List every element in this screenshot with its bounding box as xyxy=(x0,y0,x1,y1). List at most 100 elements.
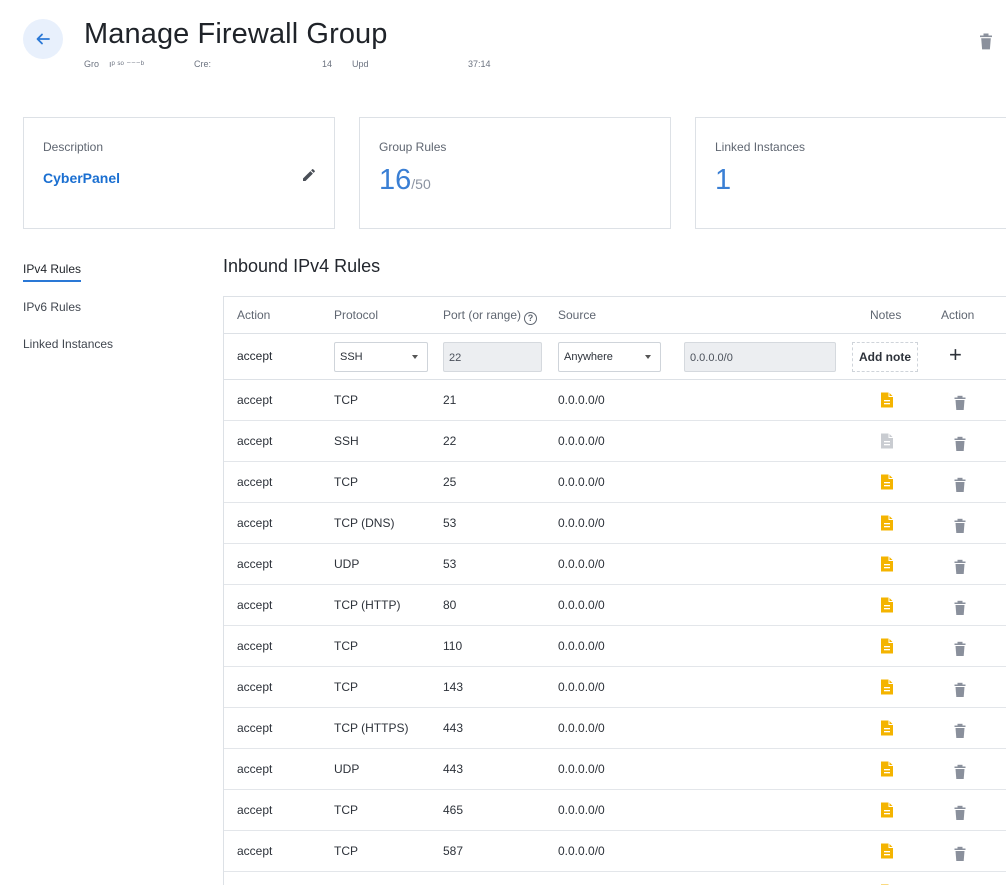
table-row: accept UDP 443 0.0.0.0/0 xyxy=(224,749,1006,790)
document-icon xyxy=(881,638,893,654)
delete-rule-button[interactable] xyxy=(952,681,968,702)
rule-protocol: SSH xyxy=(334,434,359,448)
side-nav-linked-instances[interactable]: Linked Instances xyxy=(23,337,113,351)
section-title: Inbound IPv4 Rules xyxy=(223,256,381,276)
source-select[interactable]: Anywhere xyxy=(558,342,661,372)
rule-action: accept xyxy=(237,516,273,530)
rule-action: accept xyxy=(237,475,273,489)
header-action-2: Action xyxy=(941,308,975,322)
rule-note-button[interactable] xyxy=(879,432,895,453)
table-row: accept TCP 110 0.0.0.0/0 xyxy=(224,626,1006,667)
edit-description-button[interactable] xyxy=(301,167,317,188)
delete-rule-button[interactable] xyxy=(952,558,968,579)
protocol-select[interactable]: SSH xyxy=(334,342,428,372)
rule-source: 0.0.0.0/0 xyxy=(558,721,605,735)
rule-port: 443 xyxy=(443,762,464,776)
help-icon[interactable]: ? xyxy=(524,312,538,325)
rule-note-button[interactable] xyxy=(879,719,895,740)
group-id-label: Gro xyxy=(84,59,100,69)
delete-rule-button[interactable] xyxy=(952,476,968,497)
rule-note-button[interactable] xyxy=(879,678,895,699)
rule-note-button[interactable] xyxy=(879,842,895,863)
header-source: Source xyxy=(558,308,597,322)
add-rule-button[interactable]: + xyxy=(949,344,962,366)
protocol-select-value: SSH xyxy=(340,351,363,363)
rule-port: 465 xyxy=(443,803,464,817)
delete-rule-button[interactable] xyxy=(952,845,968,866)
add-note-button[interactable]: Add note xyxy=(852,342,918,372)
rule-source: 0.0.0.0/0 xyxy=(558,475,605,489)
rule-note-button[interactable] xyxy=(879,514,895,535)
rule-port: 22 xyxy=(443,434,457,448)
delete-rule-button[interactable] xyxy=(952,640,968,661)
delete-rule-button[interactable] xyxy=(952,517,968,538)
trash-icon xyxy=(954,682,966,697)
delete-rule-button[interactable] xyxy=(952,763,968,784)
rule-port: 80 xyxy=(443,598,457,612)
trash-icon xyxy=(954,477,966,492)
delete-rule-button[interactable] xyxy=(952,435,968,456)
table-row xyxy=(224,872,1006,885)
side-nav-ipv4-rules[interactable]: IPv4 Rules xyxy=(23,262,82,282)
group-rules-label: Group Rules xyxy=(379,140,447,154)
rule-protocol: TCP (HTTPS) xyxy=(334,721,409,735)
rule-action: accept xyxy=(237,762,273,776)
page-title: Manage Firewall Group xyxy=(84,18,388,50)
arrow-left-icon xyxy=(36,33,50,45)
rule-source: 0.0.0.0/0 xyxy=(558,598,605,612)
delete-group-button[interactable] xyxy=(977,31,995,56)
linked-instances-count: 1 xyxy=(715,164,732,196)
rule-note-button[interactable] xyxy=(879,760,895,781)
trash-icon xyxy=(954,723,966,738)
back-button[interactable] xyxy=(23,19,63,59)
rule-protocol: TCP xyxy=(334,680,358,694)
document-icon xyxy=(881,515,893,531)
header-port: Port (or range)? xyxy=(443,308,538,325)
document-icon xyxy=(881,433,893,449)
delete-rule-button[interactable] xyxy=(952,599,968,620)
header-action: Action xyxy=(237,308,271,322)
delete-rule-button[interactable] xyxy=(952,722,968,743)
rule-note-button[interactable] xyxy=(879,637,895,658)
trash-icon xyxy=(954,600,966,615)
rule-source: 0.0.0.0/0 xyxy=(558,680,605,694)
group-rules-card: Group Rules 16/50 xyxy=(359,117,671,229)
group-id-value: ıᵖ ˢᵒ ⁻⁻⁻ᵇ xyxy=(109,59,145,69)
trash-icon xyxy=(954,395,966,410)
rule-protocol: TCP (HTTP) xyxy=(334,598,401,612)
rule-port: 587 xyxy=(443,844,464,858)
rule-note-button[interactable] xyxy=(879,596,895,617)
rule-port: 110 xyxy=(443,639,463,653)
rule-protocol: TCP xyxy=(334,639,358,653)
created-label: Cre: xyxy=(194,59,212,69)
group-rules-count: 16/50 xyxy=(379,164,431,197)
side-nav-ipv6-rules[interactable]: IPv6 Rules xyxy=(23,300,81,314)
rule-protocol: TCP (DNS) xyxy=(334,516,395,530)
rule-action: accept xyxy=(237,844,273,858)
delete-rule-button[interactable] xyxy=(952,394,968,415)
rule-note-button[interactable] xyxy=(879,801,895,822)
delete-rule-button[interactable] xyxy=(952,804,968,825)
cidr-input[interactable]: 0.0.0.0/0 xyxy=(684,342,836,372)
table-row: accept UDP 53 0.0.0.0/0 xyxy=(224,544,1006,585)
table-row: accept TCP 143 0.0.0.0/0 xyxy=(224,667,1006,708)
rule-source: 0.0.0.0/0 xyxy=(558,639,605,653)
trash-icon xyxy=(954,436,966,451)
trash-icon xyxy=(954,559,966,574)
document-icon xyxy=(881,679,893,695)
rule-note-button[interactable] xyxy=(879,391,895,412)
document-icon xyxy=(881,761,893,777)
rule-source: 0.0.0.0/0 xyxy=(558,434,605,448)
rule-protocol: UDP xyxy=(334,557,360,571)
rule-protocol: TCP xyxy=(334,844,358,858)
document-icon xyxy=(881,556,893,572)
rule-note-button[interactable] xyxy=(879,555,895,576)
rule-action: accept xyxy=(237,721,273,735)
port-input[interactable]: 22 xyxy=(443,342,542,372)
rule-port: 53 xyxy=(443,557,457,571)
table-row: accept TCP 21 0.0.0.0/0 xyxy=(224,380,1006,421)
rule-action: accept xyxy=(237,803,273,817)
description-card: Description CyberPanel xyxy=(23,117,335,229)
table-row: accept TCP 587 0.0.0.0/0 xyxy=(224,831,1006,872)
rule-note-button[interactable] xyxy=(879,473,895,494)
